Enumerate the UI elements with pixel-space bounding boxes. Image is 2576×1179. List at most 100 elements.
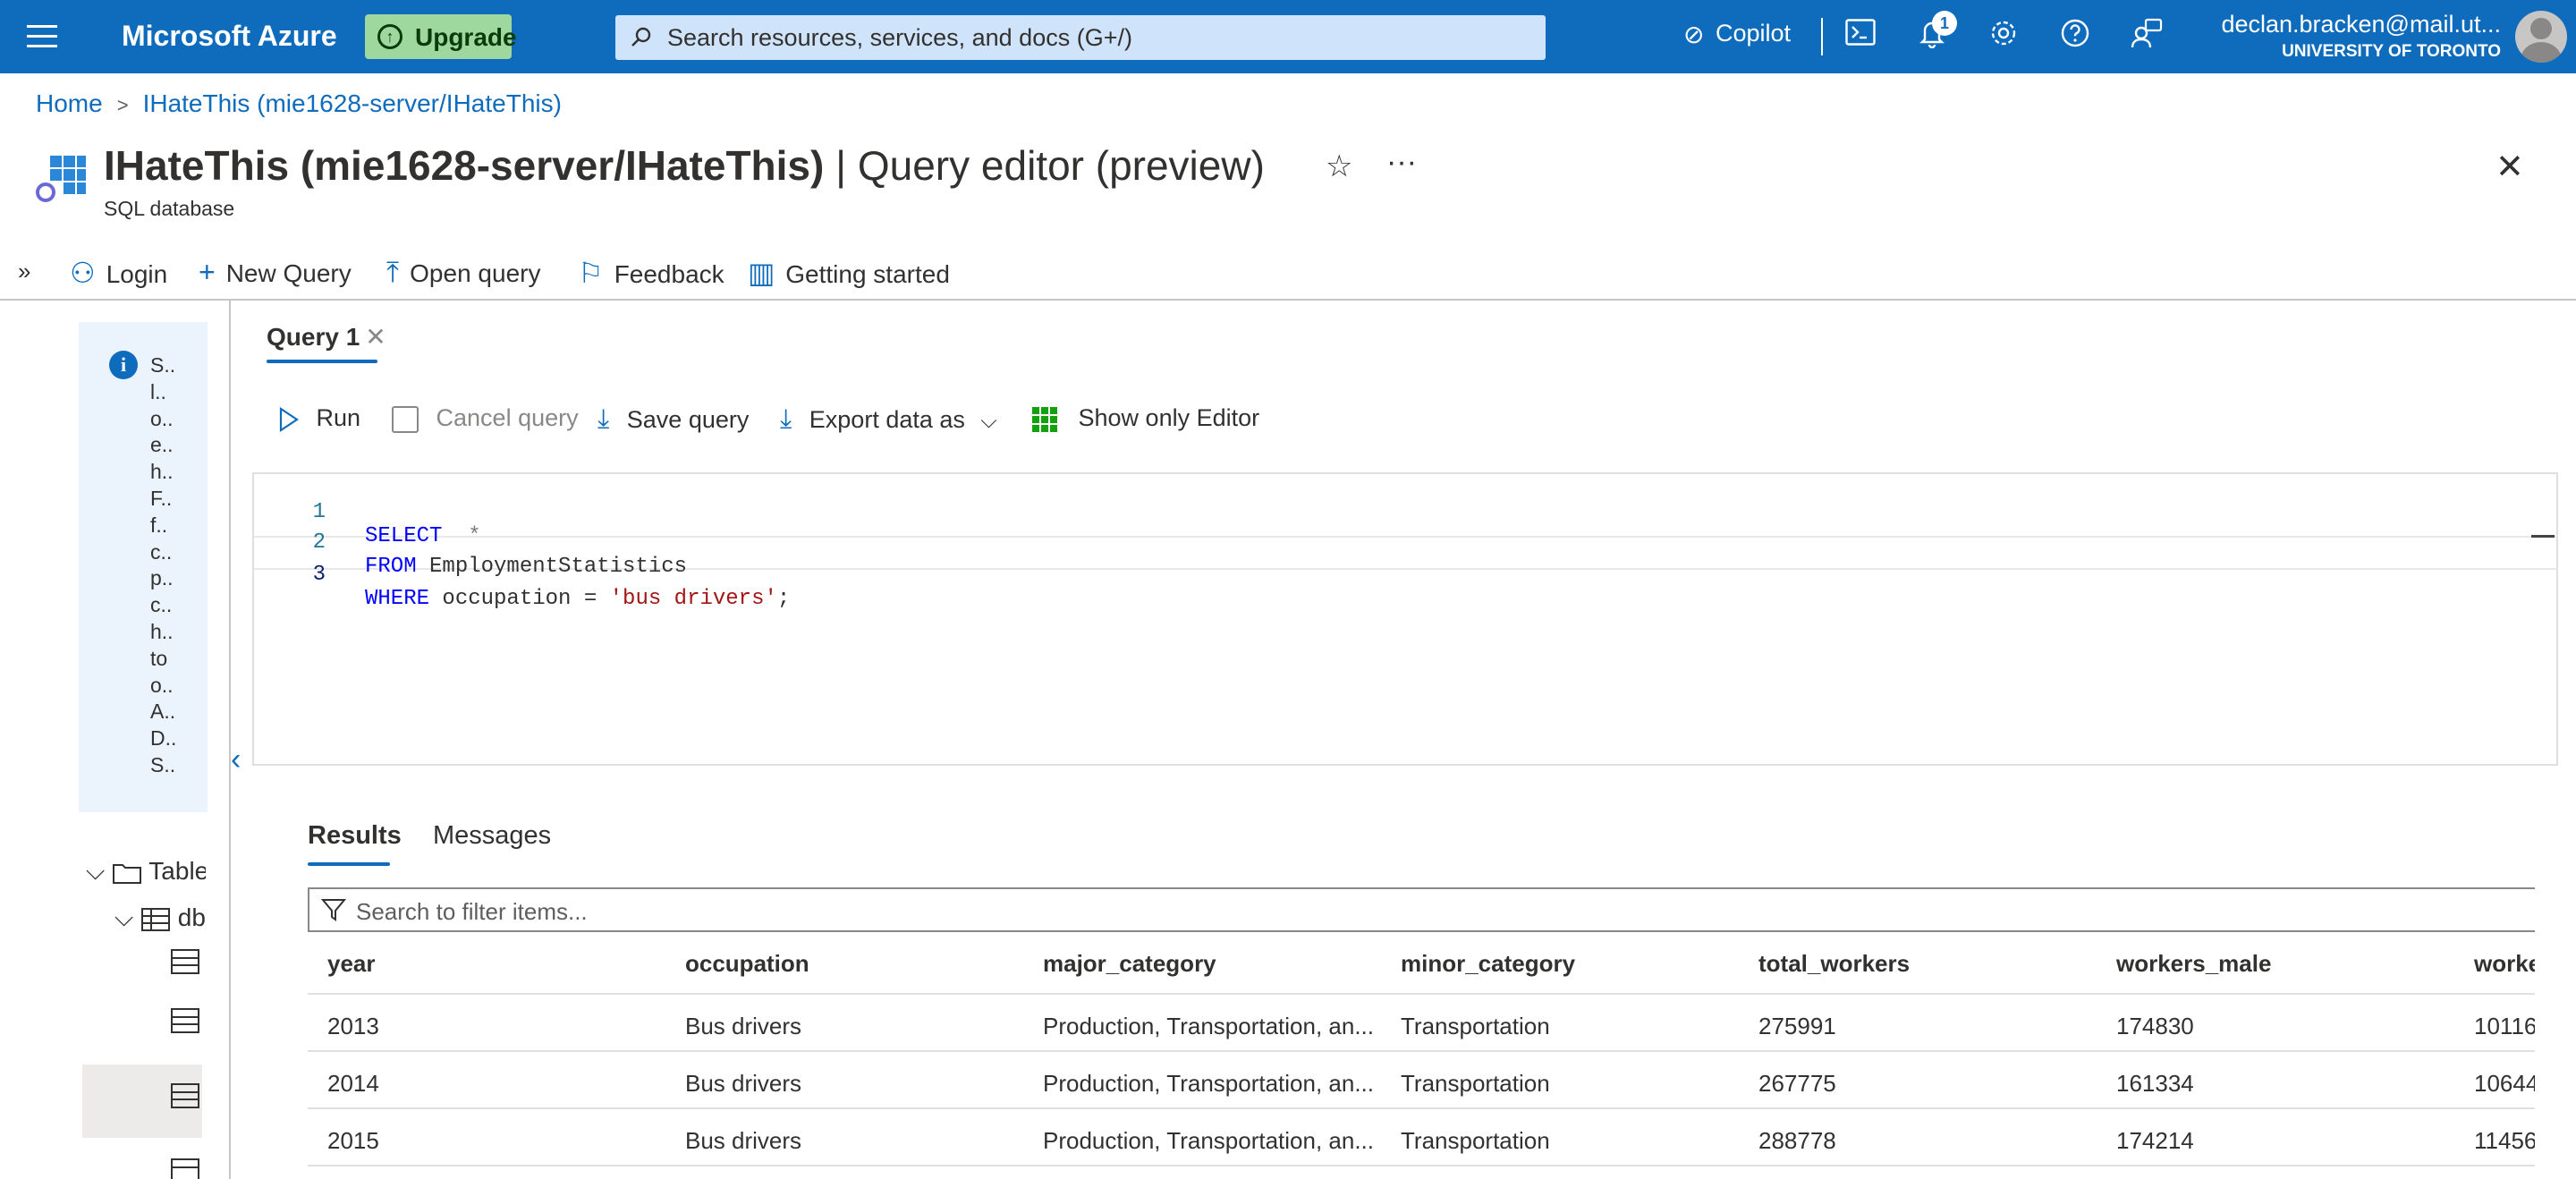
close-icon[interactable]: ✕	[2496, 147, 2524, 187]
toolbar-divider	[1821, 18, 1823, 55]
breadcrumb-home[interactable]: Home	[36, 89, 103, 117]
help-icon[interactable]	[2055, 18, 2095, 57]
column-header[interactable]: total_workers	[1758, 950, 1910, 978]
play-icon	[279, 406, 299, 432]
avatar[interactable]	[2515, 11, 2567, 63]
run-label: Run	[316, 404, 361, 431]
feedback-person-icon[interactable]	[2127, 18, 2166, 57]
open-query-button[interactable]: ⤒ Open query	[386, 256, 540, 290]
info-icon: i	[109, 351, 138, 379]
tab-messages[interactable]: Messages	[433, 821, 551, 851]
table-cell: 267775	[1758, 1070, 1836, 1097]
favorite-star-icon[interactable]: ☆	[1326, 148, 1352, 184]
account-info[interactable]: declan.bracken@mail.ut... UNIVERSITY OF …	[2221, 11, 2501, 62]
breadcrumb-current[interactable]: IHateThis (mie1628-server/IHateThis)	[143, 89, 562, 117]
new-query-label: New Query	[225, 259, 352, 287]
open-query-label: Open query	[410, 259, 541, 287]
code-text: WHERE occupation = 'bus drivers';	[365, 587, 791, 611]
line-number: 2	[312, 530, 326, 555]
code-text: FROM EmploymentStatistics	[365, 555, 688, 579]
object-explorer: ⌵ Tables ⌵ dbo	[82, 841, 206, 1179]
table-row[interactable]: 2014 Bus drivers Production, Transportat…	[308, 1052, 2535, 1109]
chevron-right-icon: >	[116, 94, 129, 116]
column-header[interactable]: minor_category	[1401, 950, 1575, 978]
show-only-editor-button[interactable]: Show only Editor	[1032, 404, 1259, 432]
table-cell: Production, Transportation, an...	[1043, 1127, 1374, 1154]
login-button[interactable]: ⚇ Login	[70, 256, 167, 290]
tab-results[interactable]: Results	[308, 821, 402, 851]
copilot-label: Copilot	[1716, 20, 1792, 47]
save-query-button[interactable]: ⤓ Save query	[597, 404, 749, 435]
table-cell: Production, Transportation, an...	[1043, 1013, 1374, 1039]
filter-placeholder: Search to filter items...	[356, 898, 588, 925]
export-data-dropdown[interactable]: ⤓ Export data as ⌵	[780, 404, 997, 435]
search-placeholder: Search resources, services, and docs (G+…	[667, 24, 1132, 51]
tab-query-1[interactable]: Query 1 ✕	[267, 322, 386, 352]
show-only-editor-label: Show only Editor	[1078, 404, 1260, 431]
table-row[interactable]: 2015 Bus drivers Production, Transportat…	[308, 1109, 2535, 1166]
code-line: 3 WHERE occupation = 'bus drivers';	[254, 539, 791, 611]
sql-database-icon	[36, 152, 86, 202]
upload-icon: ⤒	[386, 256, 400, 288]
stop-icon	[392, 405, 419, 433]
expand-sidebar-icon[interactable]: »	[18, 258, 30, 285]
collapse-sidebar-icon[interactable]: ‹	[231, 742, 241, 777]
column-header[interactable]: workers_male	[2116, 950, 2271, 978]
global-search-input[interactable]: Search resources, services, and docs (G+…	[615, 15, 1546, 60]
cancel-label: Cancel query	[436, 404, 579, 431]
table-icon[interactable]	[170, 1082, 200, 1109]
top-bar: Microsoft Azure ↑ Upgrade Search resourc…	[0, 0, 2576, 73]
table-cell: Transportation	[1401, 1013, 1550, 1039]
more-options-icon[interactable]: ···	[1386, 145, 1417, 180]
table-header-row: year occupation major_category minor_cat…	[308, 939, 2535, 995]
feedback-icon: ⚐	[578, 257, 604, 289]
table-cell: Transportation	[1401, 1070, 1550, 1097]
sql-code-editor[interactable]: 1 SELECT * 2 FROM EmploymentStatistics 3…	[252, 472, 2558, 766]
breadcrumb: Home > IHateThis (mie1628-server/IHateThis…	[36, 89, 562, 118]
code-line: 1 SELECT *	[254, 474, 481, 548]
portal-brand[interactable]: Microsoft Azure	[122, 20, 337, 53]
cloud-shell-icon[interactable]	[1841, 18, 1880, 57]
settings-gear-icon[interactable]	[1984, 18, 2023, 57]
column-header[interactable]: worke	[2474, 950, 2535, 978]
chevron-down-icon: ⌵	[980, 409, 997, 433]
table-cell: 2014	[327, 1070, 379, 1097]
copilot-icon: ⊘	[1683, 21, 1705, 48]
table-cell: Bus drivers	[685, 1070, 802, 1097]
filter-input[interactable]: Search to filter items...	[308, 887, 2535, 932]
tree-label-schema: dbo	[177, 903, 206, 931]
overview-ruler-marker	[2531, 535, 2555, 538]
command-bar: » ⚇ Login + New Query ⤒ Open query ⚐ Feedbac…	[0, 247, 2576, 301]
upgrade-button[interactable]: ↑ Upgrade	[365, 14, 517, 59]
tree-item-tables[interactable]: ⌵ Tables	[86, 857, 206, 886]
search-icon	[631, 27, 651, 47]
grid-icon	[1032, 406, 1057, 432]
column-header[interactable]: year	[327, 950, 376, 978]
results-grid: year occupation major_category minor_cat…	[308, 939, 2535, 1179]
active-tab-indicator	[267, 360, 377, 363]
sidebar-divider	[229, 301, 231, 1179]
menu-icon[interactable]	[27, 25, 57, 48]
login-label: Login	[106, 260, 168, 288]
getting-started-button[interactable]: ▥ Getting started	[748, 256, 950, 290]
column-header[interactable]: occupation	[685, 950, 809, 978]
user-org: UNIVERSITY OF TORONTO	[2282, 42, 2501, 61]
column-header[interactable]: major_category	[1043, 950, 1216, 978]
table-icon[interactable]	[170, 1158, 200, 1179]
tree-item-schema[interactable]: ⌵ dbo	[114, 903, 206, 933]
active-results-tab-indicator	[308, 862, 390, 866]
getting-started-label: Getting started	[785, 260, 950, 288]
close-tab-icon[interactable]: ✕	[365, 323, 386, 351]
line-number: 1	[312, 500, 326, 524]
new-query-button[interactable]: + New Query	[199, 256, 352, 289]
table-row[interactable]: 2013 Bus drivers Production, Transportat…	[308, 995, 2535, 1052]
feedback-button[interactable]: ⚐ Feedback	[578, 256, 724, 290]
save-label: Save query	[626, 406, 750, 433]
notifications-icon[interactable]: 1	[1912, 11, 1957, 57]
run-button[interactable]: Run	[277, 404, 360, 433]
table-icon[interactable]	[170, 1007, 200, 1034]
copilot-button[interactable]: ⊘ Copilot	[1683, 20, 1792, 48]
table-icon[interactable]	[170, 948, 200, 975]
cancel-query-button[interactable]: Cancel query	[392, 404, 579, 433]
table-icon	[141, 907, 171, 931]
